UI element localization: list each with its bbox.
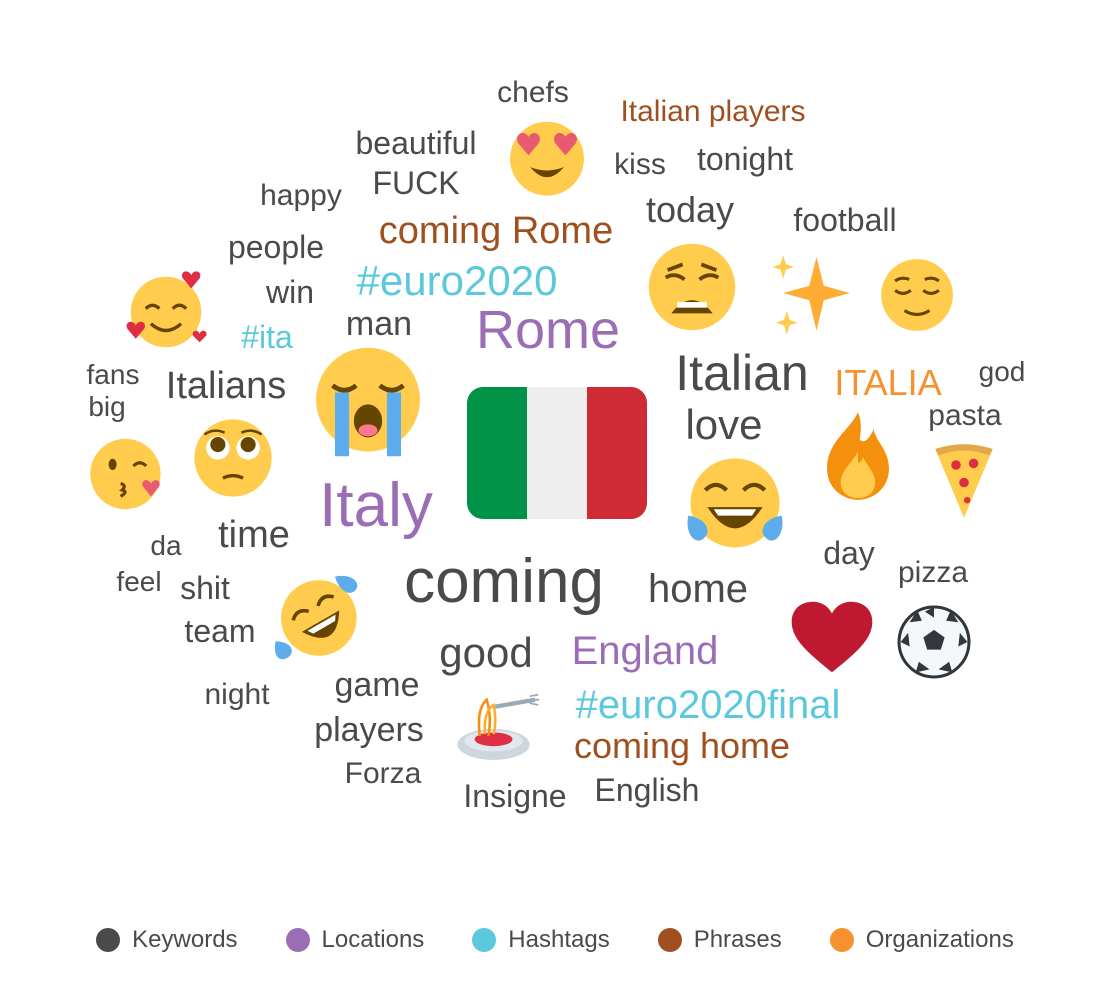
pleading-face-emoji-icon [194,419,272,497]
word-italians: Italians [165,365,287,407]
sparkles-emoji-icon [772,255,850,335]
legend-item-locations[interactable]: Locations [285,926,425,954]
word-people: people [227,229,325,265]
word-coming: coming [404,547,604,616]
word-italia: ITALIA [834,362,942,403]
fire-emoji-icon [827,412,889,500]
weary-face-emoji-icon [648,243,736,331]
word-home: home [647,567,749,611]
pizza-emoji-icon [935,444,993,518]
word-night: night [204,678,270,711]
word-big: big [88,391,126,422]
word-game: game [334,666,420,704]
word-players: players [314,711,424,749]
word-shit: shit [180,570,230,606]
legend-item-keywords[interactable]: Keywords [96,926,238,954]
legend-label-organizations: Organizations [865,926,1014,953]
legend: Keywords Locations Hashtags Phrases Orga… [0,920,1110,960]
word-fans: fans [86,359,140,390]
word-team: team [184,613,256,649]
legend-label-locations: Locations [321,926,425,953]
word-good: good [439,629,533,676]
smiling-hearts-emoji-icon [126,271,207,348]
word-tonight: tonight [696,141,794,177]
word-god: god [978,356,1026,387]
word-chefs: chefs [497,76,569,109]
legend-dot-phrases [657,928,682,952]
legend-item-phrases[interactable]: Phrases [657,926,782,954]
word-insigne: Insigne [463,778,567,814]
legend-dot-hashtags [472,928,497,952]
word-coming-home: coming home [573,725,791,766]
word-hashtag-euro2020: #euro2020 [356,257,558,304]
legend-item-organizations[interactable]: Organizations [829,926,1014,954]
legend-label-phrases: Phrases [693,926,782,953]
legend-dot-locations [285,928,310,952]
word-time: time [218,514,290,556]
word-coming-rome: coming Rome [378,210,614,252]
word-italian: Italian [675,345,809,401]
legend-dot-keywords [96,928,121,952]
red-heart-emoji-icon [791,601,873,673]
word-love: love [685,401,763,448]
word-football: football [793,202,897,238]
legend-label-keywords: Keywords [132,926,238,953]
word-english: English [594,772,700,808]
heart-eyes-emoji-icon [510,121,584,196]
word-pasta: pasta [928,399,1002,432]
word-italian-players: Italian players [620,95,806,128]
word-rome: Rome [475,300,621,360]
joy-emoji-icon [687,458,783,548]
word-beautiful: beautiful [355,125,477,161]
word-pizza: pizza [897,556,969,589]
word-forza: Forza [344,757,422,790]
word-cloud: chefs Italian players beautiful FUCK kis… [0,0,1110,880]
word-happy: happy [260,179,342,212]
word-fuck: FUCK [372,165,460,201]
word-da: da [150,530,182,561]
word-win: win [265,274,315,310]
word-today: today [645,189,735,230]
word-hashtag-euro2020final: #euro2020final [575,683,841,727]
italy-flag-icon [467,387,647,519]
relieved-face-emoji-icon [881,259,953,331]
legend-item-hashtags[interactable]: Hashtags [472,926,610,954]
word-italy: Italy [319,471,433,540]
word-day: day [823,535,875,571]
word-england: England [571,629,719,673]
legend-dot-organizations [829,928,854,952]
word-hashtag-ita: #ita [241,319,293,355]
word-man: man [345,305,413,343]
kissing-face-emoji-icon [90,438,161,510]
legend-label-hashtags: Hashtags [508,926,610,953]
crying-face-emoji-icon [316,347,420,457]
word-kiss: kiss [614,148,666,181]
rofl-emoji-icon [274,575,358,660]
word-feel: feel [116,566,162,597]
spaghetti-emoji-icon [457,693,540,760]
soccer-ball-emoji-icon [897,605,971,679]
